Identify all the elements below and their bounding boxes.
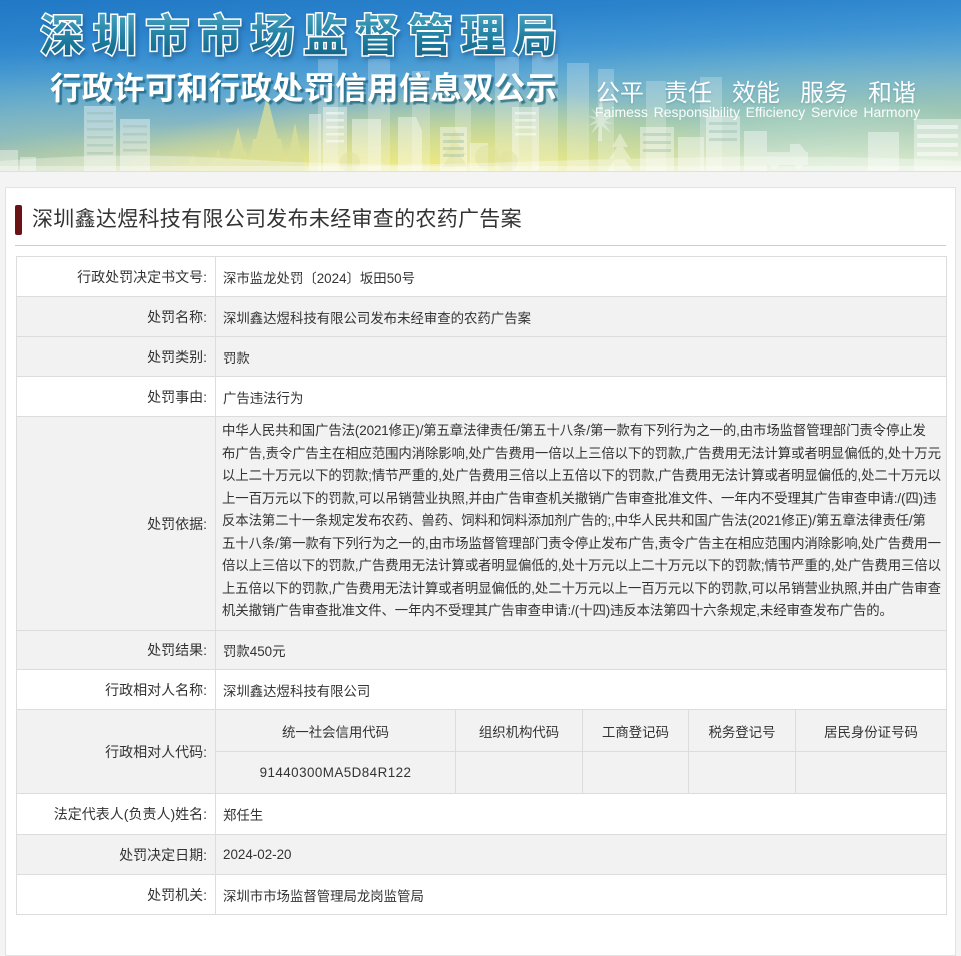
svg-text:深圳市市场监督管理局: 深圳市市场监督管理局 xyxy=(40,12,566,61)
